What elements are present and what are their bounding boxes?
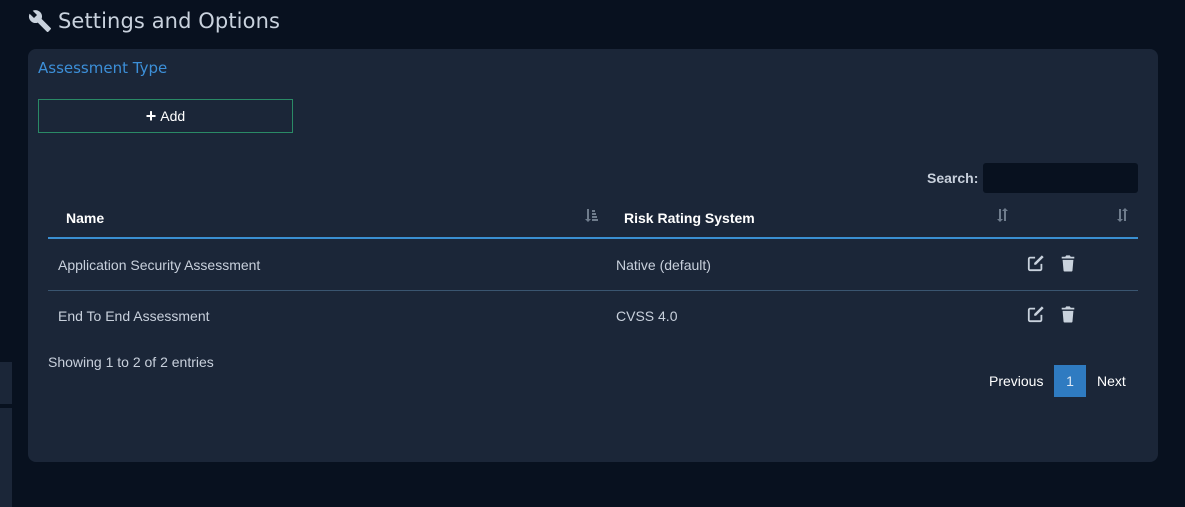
trash-icon[interactable] — [1059, 305, 1077, 323]
search-label: Search: — [927, 170, 979, 186]
search-input[interactable] — [983, 163, 1138, 193]
table-cell-risk-rating-system: Native (default) — [616, 257, 711, 273]
pagination-page[interactable]: 1 — [1054, 365, 1086, 397]
assessment-type-panel: Assessment Type + Add Search: Name Risk … — [28, 49, 1158, 462]
column-header-risk-rating-system[interactable]: Risk Rating System — [624, 210, 755, 226]
trash-icon[interactable] — [1059, 254, 1077, 272]
sort-both-icon-actions[interactable] — [1115, 207, 1131, 223]
table-row-divider — [48, 290, 1138, 291]
table-cell-risk-rating-system: CVSS 4.0 — [616, 308, 678, 324]
edit-icon[interactable] — [1027, 305, 1045, 323]
wrench-icon — [28, 10, 51, 32]
sort-both-icon[interactable] — [995, 207, 1011, 223]
table-cell-name: Application Security Assessment — [58, 257, 261, 273]
plus-icon: + — [145, 106, 157, 126]
edit-icon[interactable] — [1027, 254, 1045, 272]
table-info: Showing 1 to 2 of 2 entries — [48, 354, 214, 370]
add-button[interactable]: + Add — [38, 99, 293, 133]
left-sidebar-edge — [0, 362, 12, 507]
pagination-previous[interactable]: Previous — [989, 373, 1043, 389]
pagination-next[interactable]: Next — [1097, 373, 1126, 389]
sidebar-divider — [0, 404, 12, 408]
table-header-divider — [48, 237, 1138, 239]
column-header-name[interactable]: Name — [66, 210, 104, 226]
add-button-label: Add — [160, 108, 186, 124]
panel-title: Assessment Type — [38, 59, 168, 77]
sort-ascending-icon[interactable] — [583, 207, 599, 223]
page-title: Settings and Options — [58, 9, 281, 33]
table-cell-name: End To End Assessment — [58, 308, 210, 324]
page-header: Settings and Options — [28, 5, 280, 37]
